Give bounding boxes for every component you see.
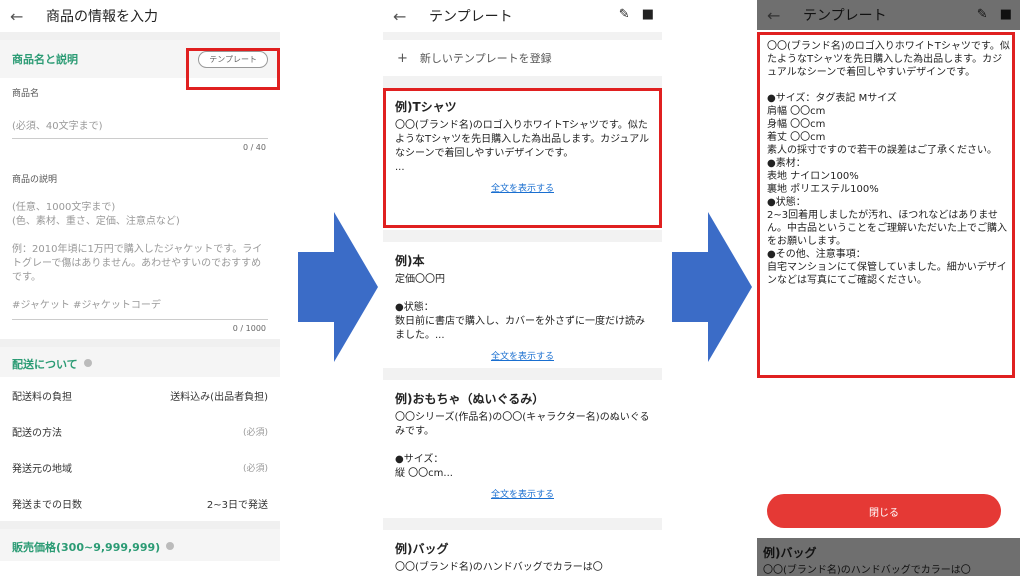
shipping-row[interactable]: 配送の方法 (必須) (0, 413, 280, 449)
row-value: (必須) (242, 463, 268, 474)
app-bar: ← テンプレート ✎ ■ (757, 0, 1020, 30)
product-desc-input[interactable]: (任意、1000文字まで) (色、素材、重さ、定価、注意点など) 例：2010年… (12, 185, 268, 320)
desc-char-count: 0 / 1000 (232, 324, 266, 333)
back-arrow-icon[interactable]: ← (767, 6, 791, 25)
template-card[interactable]: 例)おもちゃ（ぬいぐるみ） 〇〇シリーズ(作品名)の〇〇(キャラクター名)のぬい… (383, 380, 662, 518)
back-arrow-icon[interactable]: ← (10, 7, 34, 26)
divider (0, 339, 280, 347)
section-header-shipping: 配送について (0, 347, 280, 377)
row-label: 配送の方法 (12, 427, 62, 439)
divider (0, 32, 280, 40)
row-value: 2~3日で発送 (206, 499, 268, 511)
product-name-input[interactable]: (必須、40文字まで) (12, 99, 268, 139)
show-full-link[interactable]: 全文を表示する (395, 349, 650, 362)
section-title: 商品名と説明 (12, 53, 78, 66)
flow-arrow-icon (672, 212, 752, 362)
screen-template-list: ← テンプレート ✎ ■ + 新しいテンプレートを登録 例)Tシャツ 〇〇(ブラ… (383, 0, 662, 576)
row-value: (必須) (242, 427, 268, 438)
desc-placeholder: (任意、1000文字まで) (色、素材、重さ、定価、注意点など) (12, 202, 180, 227)
desc-label: 商品の説明 (12, 175, 58, 185)
section-title: 販売価格(300~9,999,999) (12, 540, 161, 554)
edit-pencil-icon[interactable]: ✎ (619, 7, 630, 22)
template-card[interactable]: 例)バッグ 〇〇(ブランド名)のハンドバッグでカラーは〇 (383, 530, 662, 576)
highlight-box (757, 32, 1015, 378)
show-full-link[interactable]: 全文を表示する (395, 487, 650, 500)
card-title: 例)本 (395, 254, 425, 268)
app-bar: ← 商品の情報を入力 (0, 0, 280, 32)
page-title: 商品の情報を入力 (46, 9, 158, 25)
close-button[interactable]: 閉じる (767, 494, 1001, 528)
card-title: 例)おもちゃ（ぬいぐるみ） (395, 392, 545, 406)
edit-pencil-icon[interactable]: ✎ (977, 7, 988, 22)
section-title: 配送について (12, 357, 78, 371)
desc-tags: #ジャケット #ジャケットコーデ (12, 300, 161, 311)
trash-icon[interactable]: ■ (1000, 7, 1012, 22)
divider (0, 521, 280, 529)
section-header-price: 販売価格(300~9,999,999) (0, 529, 280, 561)
page-title: テンプレート (803, 8, 887, 24)
info-icon[interactable] (166, 542, 175, 550)
card-title: 例)バッグ (395, 542, 449, 556)
card-body: 〇〇(ブランド名)のハンドバッグでカラーは〇 (763, 565, 971, 576)
row-label: 配送料の負担 (12, 391, 72, 403)
flow-arrow-icon (298, 212, 378, 362)
plus-icon: + (397, 50, 408, 66)
template-card[interactable]: 例)本 定価〇〇円 ●状態： 数日前に書店で購入し、カバーを外さずに一度だけ読み… (383, 242, 662, 368)
back-arrow-icon[interactable]: ← (393, 7, 417, 26)
shipping-row[interactable]: 発送までの日数 2~3日で発送 (0, 485, 280, 521)
new-template-label: 新しいテンプレートを登録 (419, 52, 552, 65)
card-body: 定価〇〇円 ●状態： 数日前に書店で購入し、カバーを外さずに一度だけ読みました。… (395, 274, 645, 341)
desc-example: 例：2010年頃に1万円で購入したジャケットです。ライトグレーで傷はありません。… (12, 244, 263, 283)
shipping-row[interactable]: 配送料の負担 送料込み(出品者負担) (0, 377, 280, 413)
card-body: 〇〇(ブランド名)のハンドバッグでカラーは〇 (395, 562, 603, 573)
row-label: 発送元の地域 (12, 463, 72, 475)
new-template-button[interactable]: + 新しいテンプレートを登録 (383, 40, 662, 76)
highlight-box (186, 48, 280, 90)
page-title: テンプレート (429, 9, 513, 25)
app-bar: ← テンプレート ✎ ■ (383, 0, 662, 32)
info-icon[interactable] (83, 359, 92, 367)
row-value: 送料込み(出品者負担) (170, 391, 268, 403)
trash-icon[interactable]: ■ (642, 7, 654, 22)
highlight-box (383, 88, 662, 228)
shipping-row[interactable]: 発送元の地域 (必須) (0, 449, 280, 485)
name-char-count: 0 / 40 (242, 143, 266, 152)
card-title: 例)バッグ (763, 546, 817, 560)
row-label: 発送までの日数 (12, 499, 82, 511)
card-body: 〇〇シリーズ(作品名)の〇〇(キャラクター名)のぬいぐるみです。 ●サイズ： 縦… (395, 412, 650, 479)
background-card: 例)バッグ 〇〇(ブランド名)のハンドバッグでカラーは〇 (757, 540, 1020, 576)
